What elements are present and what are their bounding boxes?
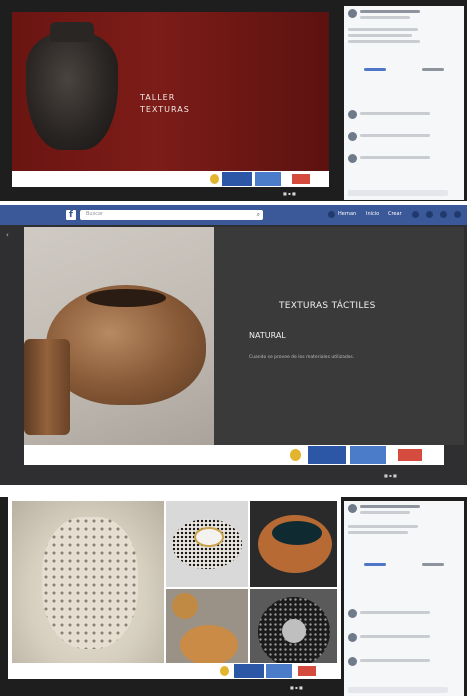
post-text-line: [348, 531, 408, 534]
comment-button[interactable]: [422, 563, 444, 566]
search-placeholder: Buscar: [86, 211, 104, 217]
screenshot-panel-2: f Buscar ⌕ Hernan Inicio Crear ‹ TEXTURA…: [0, 205, 467, 485]
comment-button[interactable]: [422, 68, 444, 71]
slide-title: TALLER TEXTURAS: [140, 92, 190, 116]
presentation-slide: [8, 497, 341, 679]
comment-avatar: [348, 633, 357, 642]
slide-title: TEXTURAS TÁCTILES: [279, 301, 376, 311]
comment-line: [360, 112, 430, 115]
presentation-slide: TALLER TEXTURAS: [12, 12, 329, 171]
comment-input[interactable]: [348, 190, 448, 196]
post-text-line: [348, 525, 418, 528]
slide-title-line-2: TEXTURAS: [140, 105, 190, 114]
sponsor-strip: [12, 171, 329, 187]
colombia-crest-icon: [220, 666, 229, 676]
black-plate-center: [282, 619, 306, 643]
nav-user-name[interactable]: Hernan: [338, 211, 356, 217]
comment-avatar: [348, 657, 357, 666]
post-text-line: [348, 40, 420, 43]
comment-line: [360, 156, 430, 159]
vase-neck-image: [50, 22, 94, 42]
search-bar[interactable]: Buscar ⌕: [80, 210, 263, 220]
speckled-bowl-photo: [166, 501, 248, 587]
colombia-crest-icon: [210, 174, 219, 184]
comment-line: [360, 134, 430, 137]
comment-avatar: [348, 154, 357, 163]
colombia-crest-icon: [290, 449, 301, 461]
round-wooden-vessel-image: [172, 593, 198, 619]
post-text-line: [348, 34, 412, 37]
like-button[interactable]: [364, 68, 386, 71]
spiky-pot-photo: [12, 501, 164, 671]
bowl-opening: [86, 289, 166, 307]
like-button[interactable]: [364, 563, 386, 566]
slide-subtitle: NATURAL: [249, 331, 286, 340]
comment-avatar: [348, 609, 357, 618]
comment-line: [360, 659, 430, 662]
video-controls[interactable]: ■ ▪ ■: [384, 473, 397, 478]
video-controls[interactable]: ■ ▪ ■: [290, 685, 303, 690]
facebook-comments-sidebar: [344, 501, 464, 696]
sponsor-strip: [8, 663, 341, 679]
page-name-line: [360, 10, 420, 13]
post-meta-line: [360, 16, 410, 19]
speckled-bowl-rim: [194, 527, 224, 547]
ministry-logo: [266, 664, 292, 678]
basket-photo: [24, 227, 214, 445]
red-logo: [398, 449, 422, 461]
slide-title-line-1: TALLER: [140, 93, 176, 102]
post-meta-line: [360, 511, 410, 514]
back-arrow-icon[interactable]: ‹: [6, 231, 9, 239]
ministry-logo: [255, 172, 281, 186]
profile-avatar-icon[interactable]: [328, 211, 335, 218]
notifications-icon[interactable]: [440, 211, 447, 218]
red-logo: [298, 666, 316, 676]
comment-input[interactable]: [348, 687, 448, 693]
comment-line: [360, 635, 430, 638]
gov-program-logo: [234, 664, 264, 678]
comment-avatar: [348, 110, 357, 119]
facebook-topbar: f Buscar ⌕ Hernan Inicio Crear: [0, 205, 467, 225]
friends-icon[interactable]: [412, 211, 419, 218]
nav-create[interactable]: Crear: [388, 211, 402, 217]
nav-home[interactable]: Inicio: [366, 211, 379, 217]
page-name-line: [360, 505, 420, 508]
page-avatar[interactable]: [348, 504, 357, 513]
slide-body-text: Cuando se provee de los materiales utili…: [249, 355, 355, 360]
sponsor-strip: [24, 445, 444, 465]
comment-avatar: [348, 132, 357, 141]
spiky-pot-image: [42, 517, 138, 649]
black-vase-image: [26, 32, 118, 150]
facebook-logo-icon[interactable]: f: [66, 210, 76, 220]
post-text-line: [348, 28, 418, 31]
terracotta-bowl-photo: [250, 501, 337, 587]
comment-line: [360, 611, 430, 614]
terracotta-bowl-glaze: [272, 521, 322, 545]
gov-program-logo: [222, 172, 252, 186]
help-icon[interactable]: [454, 211, 461, 218]
search-icon[interactable]: ⌕: [257, 211, 260, 219]
page-avatar[interactable]: [348, 9, 357, 18]
facebook-comments-sidebar: [344, 6, 464, 200]
gov-program-logo: [308, 446, 346, 464]
messenger-icon[interactable]: [426, 211, 433, 218]
ministry-logo: [350, 446, 386, 464]
screenshot-panel-3: ■ ▪ ■: [0, 497, 467, 696]
red-logo: [292, 174, 310, 184]
screenshot-panel-1: TALLER TEXTURAS ■ ▪ ■: [0, 0, 467, 201]
video-controls[interactable]: ■ ▪ ■: [283, 191, 296, 196]
lidded-wooden-vessel-image: [180, 625, 238, 665]
woven-cylinder-image: [24, 339, 70, 435]
presentation-slide: TEXTURAS TÁCTILES NATURAL Cuando se prov…: [24, 227, 464, 445]
